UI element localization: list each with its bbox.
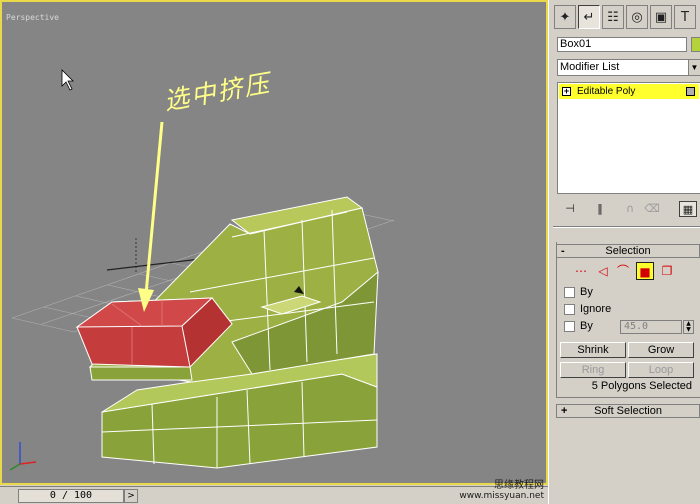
strip-under-selection — [89, 366, 193, 381]
annotation-arrow — [138, 121, 164, 312]
soft-selection-rollout-header[interactable]: + Soft Selection — [556, 404, 700, 418]
hierarchy-tab-icon[interactable]: ☷ — [602, 5, 624, 29]
utilities-tab-icon[interactable]: T — [674, 5, 696, 29]
create-tab-icon[interactable]: ✦ — [554, 5, 576, 29]
angle-spinner-field[interactable]: 45.0 — [620, 320, 682, 334]
make-unique-icon[interactable]: ∩ — [621, 201, 639, 217]
modifier-list-label: Modifier List — [560, 61, 620, 73]
object-color-swatch[interactable] — [691, 37, 700, 52]
by-vertex-label: By — [580, 286, 593, 298]
axis-tripod — [9, 442, 37, 471]
loop-button[interactable]: Loop — [628, 362, 694, 378]
ring-button[interactable]: Ring — [560, 362, 626, 378]
watermark: 思缘教程网 www.missyuan.net — [459, 480, 544, 502]
shrink-button[interactable]: Shrink — [560, 342, 626, 358]
vertex-icon[interactable]: ⋯ — [572, 262, 590, 280]
ignore-backfacing-checkbox[interactable] — [564, 304, 575, 315]
stack-item-editable-poly[interactable]: + Editable Poly — [559, 84, 699, 99]
stack-item-label: Editable Poly — [577, 86, 636, 97]
perspective-viewport[interactable]: Perspective 选中挤压 — [0, 0, 548, 485]
by-vertex-checkbox[interactable] — [564, 287, 575, 298]
border-icon[interactable]: ⌒ — [614, 262, 632, 280]
ignore-backfacing-label: Ignore — [580, 303, 612, 315]
stack-toggle-icon[interactable] — [686, 87, 695, 96]
spinner-arrows-icon[interactable]: ▲ ▼ — [683, 320, 694, 334]
time-slider-display[interactable]: 0 / 100 — [18, 489, 124, 503]
by-angle-label: By — [580, 320, 593, 332]
display-tab-icon[interactable]: ▣ — [650, 5, 672, 29]
selection-status: 5 Polygons Selected — [591, 380, 692, 392]
time-next-button[interactable]: > — [124, 489, 138, 503]
chevron-down-icon[interactable]: ▼ — [688, 60, 700, 75]
watermark-title: 思缘教程网 — [494, 480, 544, 491]
pin-stack-icon[interactable]: ⊣ — [561, 201, 579, 217]
expand-icon[interactable]: + — [562, 87, 571, 96]
by-angle-checkbox[interactable] — [564, 321, 575, 332]
soft-selection-rollout-title: Soft Selection — [594, 405, 662, 417]
expand-icon: + — [561, 405, 568, 417]
modifier-stack[interactable]: + Editable Poly — [557, 82, 700, 194]
mouse-cursor — [61, 69, 74, 91]
element-icon[interactable]: ❐ — [658, 262, 676, 280]
object-name-field[interactable]: Box01 — [557, 37, 687, 52]
watermark-url: www.missyuan.net — [459, 491, 544, 501]
grow-button[interactable]: Grow — [628, 342, 694, 358]
motion-tab-icon[interactable]: ◎ — [626, 5, 648, 29]
polygon-icon[interactable]: ■ — [636, 262, 654, 280]
panel-divider — [553, 226, 700, 228]
show-end-result-icon[interactable]: ‖ — [591, 201, 609, 217]
viewport-scene — [9, 69, 395, 471]
modify-tab-icon[interactable]: ↵ — [578, 5, 600, 29]
remove-modifier-icon[interactable]: ⌫ — [643, 201, 661, 217]
stack-toolbar: ⊣ ‖ ∩ ⌫ ▦ — [557, 199, 700, 219]
edge-icon[interactable]: ◁ — [594, 262, 612, 280]
time-slider-bar[interactable]: 0 / 100 > 思缘教程网 www.missyuan.net — [0, 480, 548, 504]
modifier-list-dropdown[interactable]: Modifier List ▼ — [557, 59, 700, 76]
configure-sets-icon[interactable]: ▦ — [679, 201, 697, 217]
